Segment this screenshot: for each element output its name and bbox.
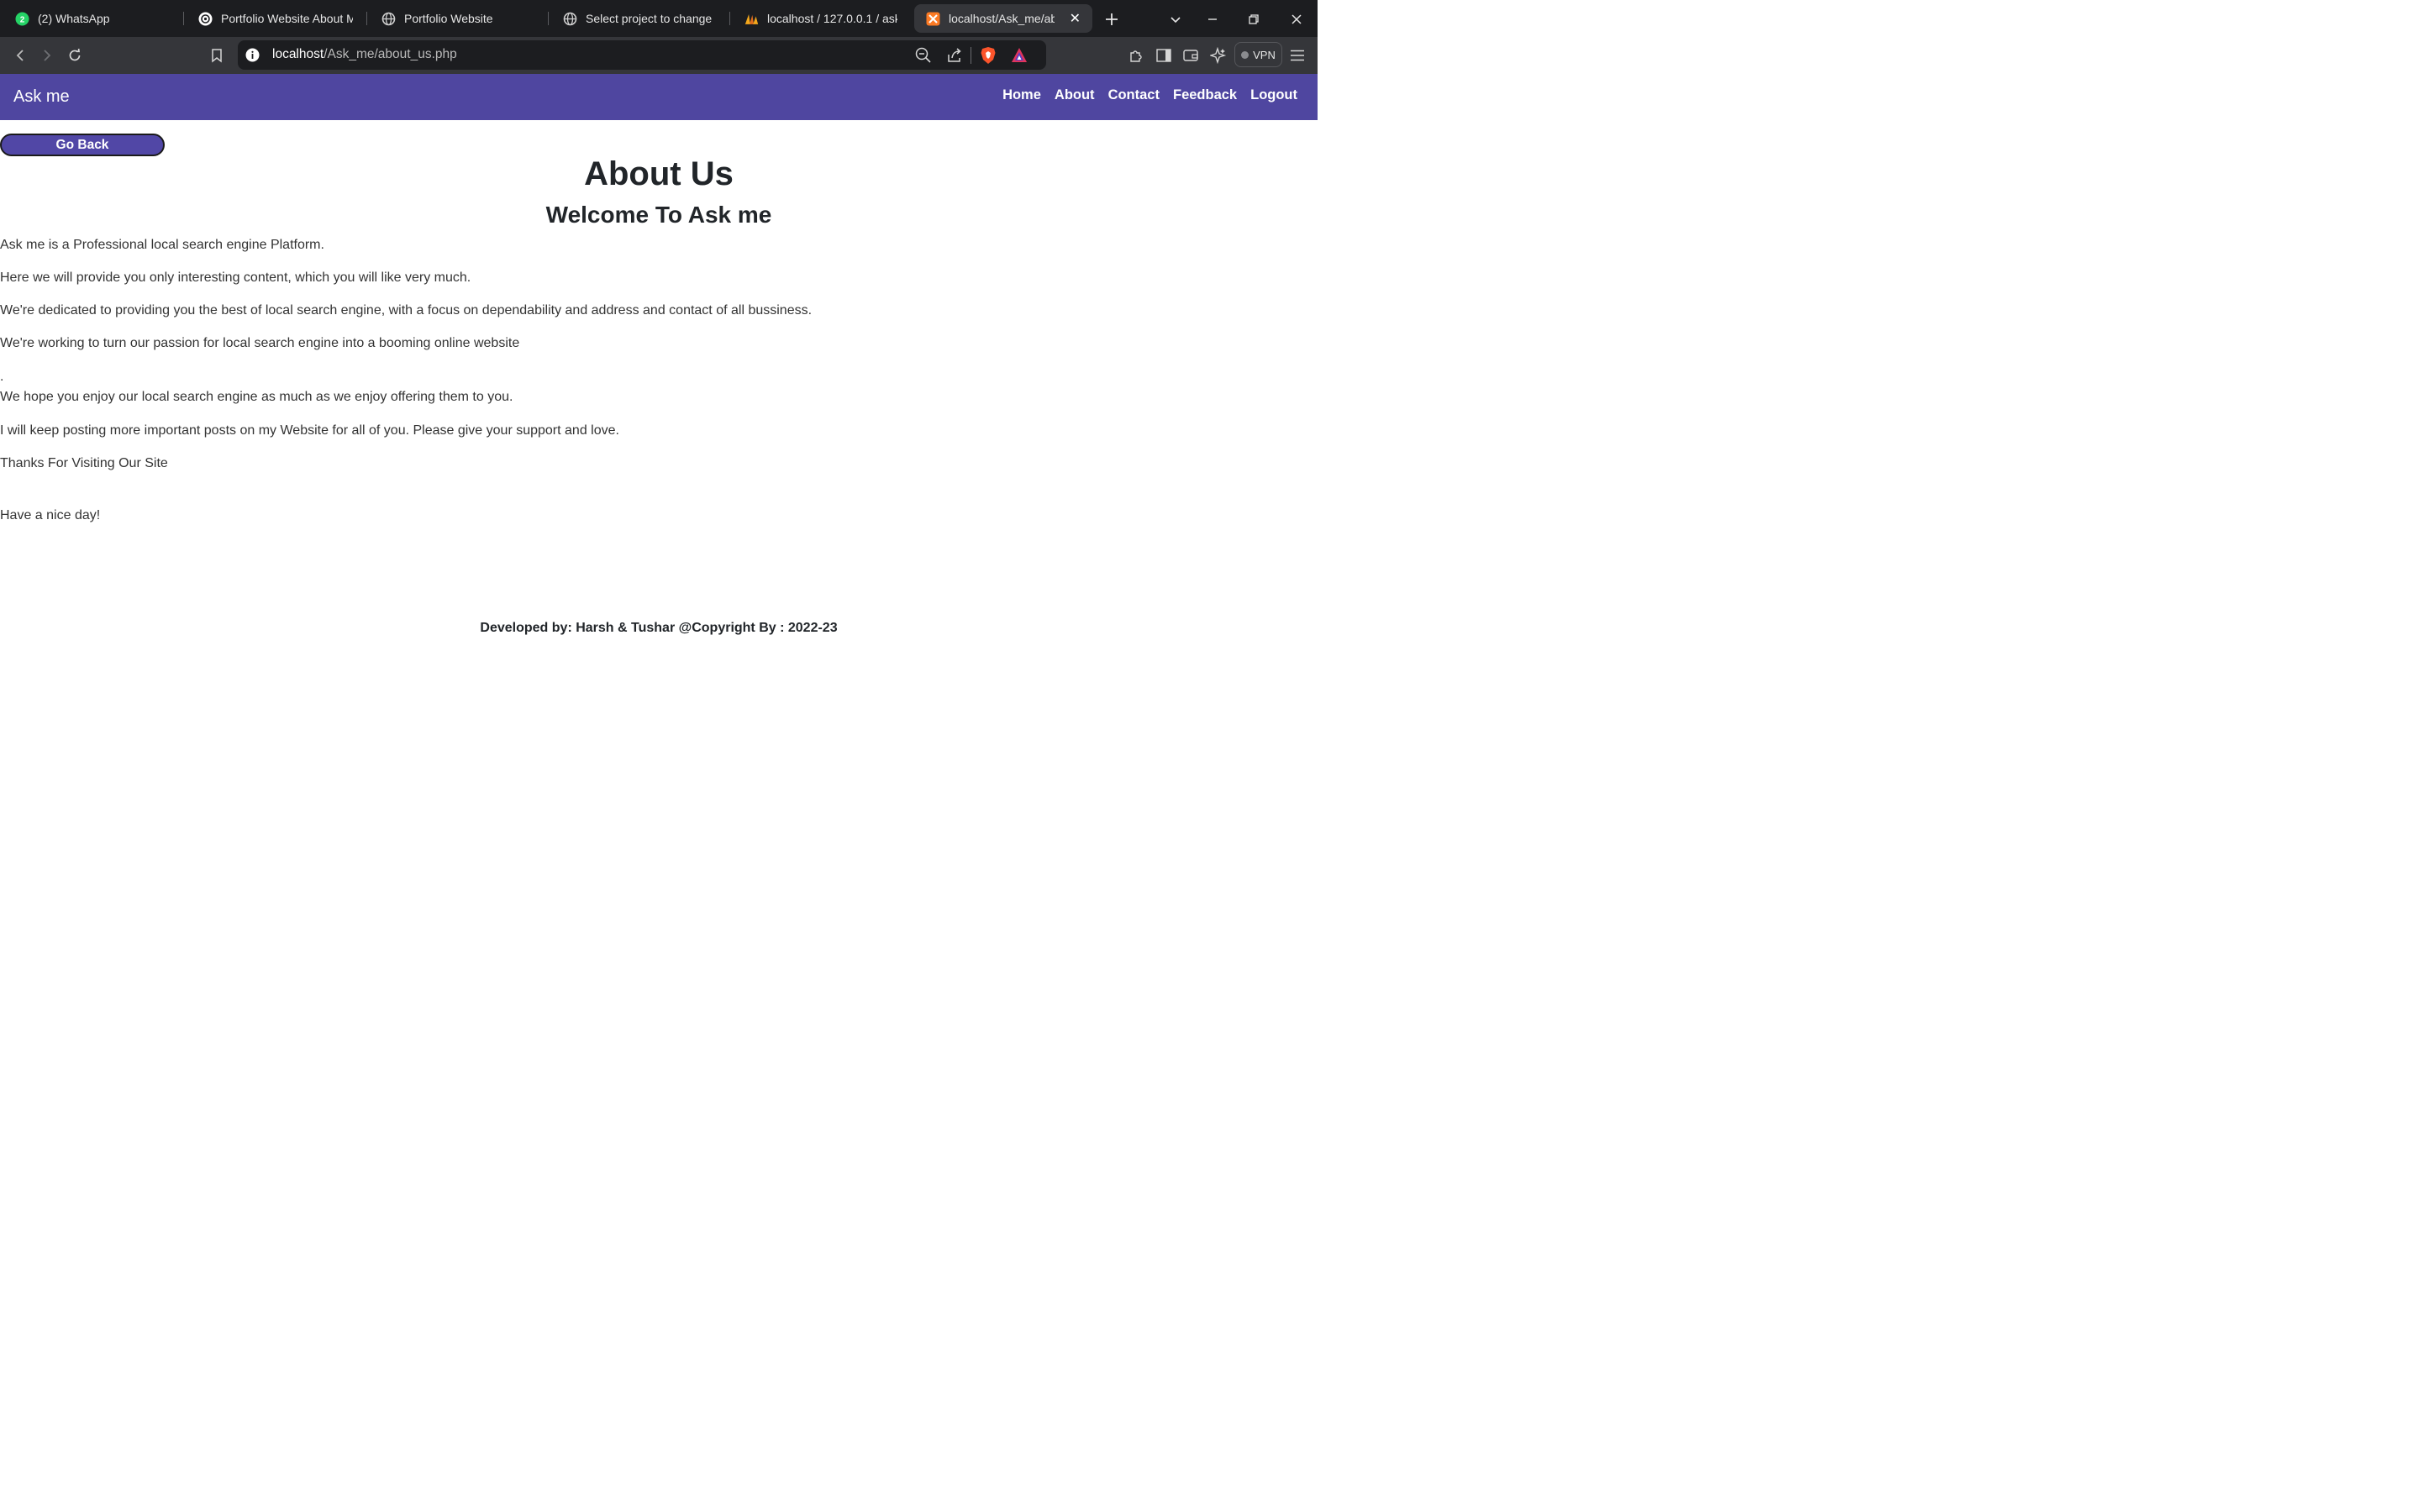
minimize-icon[interactable] (1203, 10, 1222, 29)
sidebar-icon[interactable] (1154, 45, 1174, 66)
zoom-out-icon[interactable] (915, 47, 932, 68)
about-paragraph: Ask me is a Professional local search en… (0, 238, 324, 252)
wallet-icon[interactable] (1181, 45, 1201, 66)
about-paragraph: Have a nice day! (0, 508, 101, 522)
about-paragraph: We're working to turn our passion for lo… (0, 336, 520, 350)
site-brand[interactable]: Ask me (13, 87, 70, 107)
brave-rewards-icon[interactable] (1011, 47, 1028, 67)
site-footer: Developed by: Harsh & Tushar @Copyright … (480, 621, 838, 635)
bookmark-icon[interactable] (207, 45, 227, 66)
site-navbar: Ask me Home About Contact Feedback Logou… (0, 74, 1318, 120)
chevron-down-icon[interactable] (1166, 10, 1185, 29)
about-paragraph: Thanks For Visiting Our Site (0, 456, 168, 470)
about-paragraph: Here we will provide you only interestin… (0, 270, 471, 285)
tab-separator (548, 12, 549, 25)
openai-icon (198, 12, 213, 26)
leo-ai-icon[interactable] (1208, 45, 1228, 66)
close-icon[interactable]: ✕ (1063, 10, 1081, 27)
nav-logout[interactable]: Logout (1250, 87, 1297, 103)
menu-icon[interactable] (1287, 45, 1307, 66)
back-icon[interactable] (10, 45, 30, 66)
site-info-icon[interactable] (245, 48, 260, 66)
tab-phpmyadmin[interactable]: localhost / 127.0.0.1 / askme (733, 0, 909, 37)
close-window-icon[interactable] (1287, 10, 1306, 29)
tab-title: Portfolio Website About Me (221, 12, 353, 25)
globe-icon (381, 12, 396, 26)
tab-separator (366, 12, 367, 25)
new-tab-icon[interactable] (1102, 10, 1121, 29)
restore-icon[interactable] (1244, 10, 1263, 29)
brave-shields-icon[interactable] (980, 46, 997, 69)
about-paragraph: . (0, 370, 4, 384)
tab-portfolio[interactable]: Portfolio Website (370, 0, 546, 37)
about-paragraph: We hope you enjoy our local search engin… (0, 390, 513, 404)
page-title: About Us (584, 155, 734, 192)
vpn-status-icon (1241, 50, 1249, 59)
nav-feedback[interactable]: Feedback (1173, 87, 1237, 103)
tab-title: Portfolio Website (404, 12, 493, 25)
tab-portfolio-about[interactable]: Portfolio Website About Me (187, 0, 365, 37)
whatsapp-icon: 2 (15, 12, 29, 26)
about-paragraph: I will keep posting more important posts… (0, 423, 619, 438)
globe-icon (563, 12, 577, 26)
tab-strip: 2 (2) WhatsApp Portfolio Website About M… (0, 0, 1318, 37)
tab-about-us[interactable]: localhost/Ask_me/abou ✕ (914, 4, 1092, 33)
xampp-icon (926, 12, 940, 26)
vpn-button[interactable]: VPN (1234, 42, 1282, 67)
tab-title: (2) WhatsApp (38, 12, 110, 25)
address-bar[interactable]: localhost/Ask_me/about_us.php (238, 40, 1046, 70)
nav-links: Home About Contact Feedback Logout (1002, 87, 1297, 103)
tab-django-admin[interactable]: Select project to change | Dj (551, 0, 728, 37)
share-icon[interactable] (946, 47, 963, 68)
nav-about[interactable]: About (1055, 87, 1095, 103)
tab-whatsapp[interactable]: 2 (2) WhatsApp (3, 0, 180, 37)
go-back-button[interactable]: Go Back (0, 134, 165, 156)
phpmyadmin-icon (744, 12, 759, 26)
page-subtitle: Welcome To Ask me (545, 202, 772, 228)
tab-title: localhost/Ask_me/abou (949, 12, 1055, 25)
about-paragraph: We're dedicated to providing you the bes… (0, 303, 813, 318)
vpn-label: VPN (1253, 48, 1276, 61)
url-host: localhost (272, 47, 324, 61)
svg-text:2: 2 (20, 15, 25, 24)
browser-toolbar: localhost/Ask_me/about_us.php VPN (0, 37, 1318, 74)
url-path: /Ask_me/about_us.php (324, 47, 457, 61)
nav-contact[interactable]: Contact (1108, 87, 1160, 103)
extensions-icon[interactable] (1126, 45, 1146, 66)
reload-icon[interactable] (65, 45, 85, 66)
nav-home[interactable]: Home (1002, 87, 1041, 103)
forward-icon[interactable] (37, 45, 57, 66)
tab-separator (183, 12, 184, 25)
tab-separator (729, 12, 730, 25)
url-text: localhost/Ask_me/about_us.php (272, 47, 457, 62)
tab-title: Select project to change | Dj (586, 12, 716, 25)
tab-title: localhost / 127.0.0.1 / askme (767, 12, 897, 25)
